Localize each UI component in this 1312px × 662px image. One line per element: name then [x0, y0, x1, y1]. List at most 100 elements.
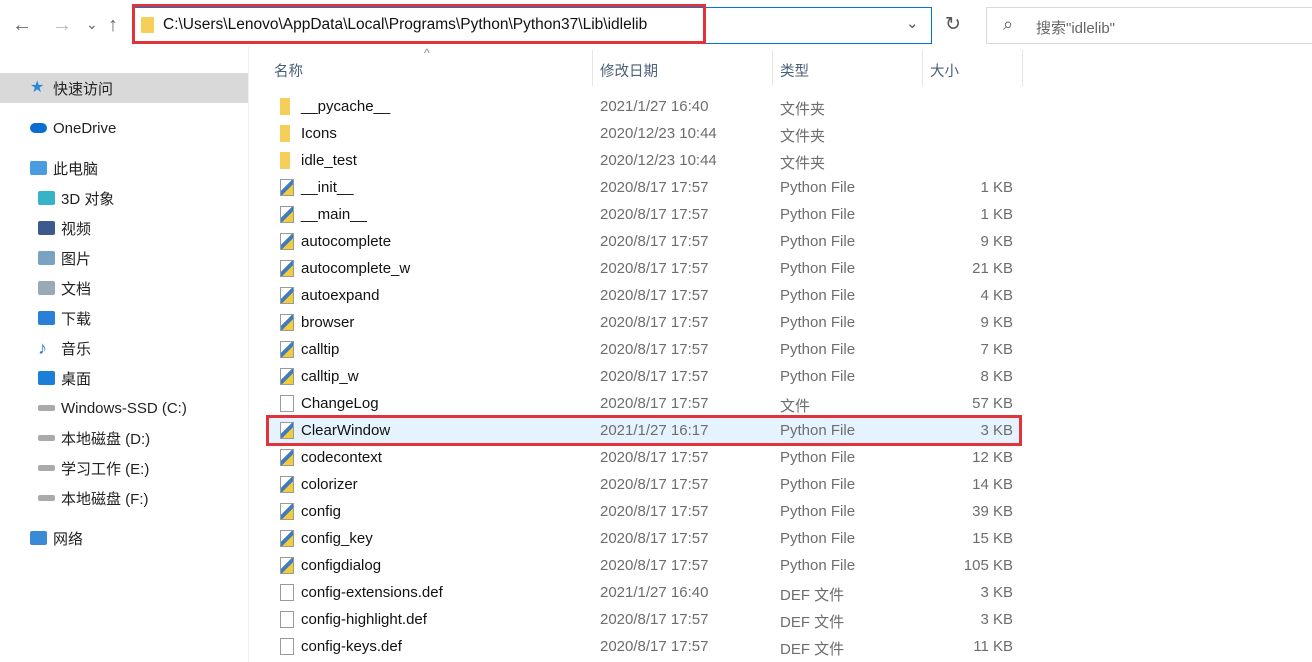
- python-file-icon: [280, 422, 294, 439]
- file-row[interactable]: configdialog 2020/8/17 17:57 Python File 10…: [268, 552, 1020, 579]
- file-row[interactable]: calltip_w 2020/8/17 17:57 Python File 8 KB: [268, 363, 1020, 390]
- file-size: 1 KB: [980, 179, 1013, 196]
- file-row[interactable]: config 2020/8/17 17:57 Python File 39 KB: [268, 498, 1020, 525]
- sidebar-item[interactable]: 本地磁盘 (F:): [38, 483, 149, 513]
- sidebar-item[interactable]: 3D 对象: [38, 183, 114, 213]
- file-row[interactable]: ChangeLog 2020/8/17 17:57 文件 57 KB: [268, 390, 1020, 417]
- pane-divider[interactable]: [248, 46, 249, 662]
- folder-icon: [280, 152, 290, 169]
- file-row[interactable]: autocomplete 2020/8/17 17:57 Python File 9 …: [268, 228, 1020, 255]
- film-icon: [38, 221, 55, 235]
- up-button[interactable]: ↑: [108, 14, 118, 37]
- file-icon: [280, 584, 294, 601]
- file-row[interactable]: Icons 2020/12/23 10:44 文件夹: [268, 120, 1020, 147]
- column-separator[interactable]: [592, 50, 593, 86]
- file-row[interactable]: autoexpand 2020/8/17 17:57 Python File 4 KB: [268, 282, 1020, 309]
- refresh-button[interactable]: ↻: [945, 13, 961, 36]
- column-separator[interactable]: [922, 50, 923, 86]
- sidebar-item[interactable]: 下载: [38, 303, 91, 333]
- file-type: Python File: [780, 530, 856, 547]
- sidebar-item[interactable]: 网络: [30, 523, 83, 553]
- sidebar-item-label: 图片: [61, 250, 92, 268]
- sidebar-item[interactable]: 图片: [38, 243, 91, 273]
- file-row[interactable]: codecontext 2020/8/17 17:57 Python File 12 …: [268, 444, 1020, 471]
- file-date: 2021/1/27 16:40: [600, 98, 709, 115]
- python-file-icon: [280, 341, 294, 358]
- file-type: Python File: [780, 557, 856, 574]
- file-size: 15 KB: [972, 530, 1013, 547]
- column-separator[interactable]: [1022, 50, 1023, 86]
- file-row[interactable]: idle_test 2020/12/23 10:44 文件夹: [268, 147, 1020, 174]
- python-file-icon: [280, 233, 294, 250]
- file-row[interactable]: config-highlight.def 2020/8/17 17:57 DEF 文…: [268, 606, 1020, 633]
- sidebar-item[interactable]: Windows-SSD (C:): [38, 393, 187, 423]
- sidebar-item-label: 本地磁盘 (D:): [61, 430, 151, 448]
- address-path[interactable]: C:\Users\Lenovo\AppData\Local\Programs\P…: [163, 16, 647, 34]
- file-row[interactable]: colorizer 2020/8/17 17:57 Python File 14 KB: [268, 471, 1020, 498]
- python-file-icon: [280, 368, 294, 385]
- file-name: config-highlight.def: [301, 611, 427, 628]
- file-row[interactable]: ClearWindow 2021/1/27 16:17 Python File 3 K…: [266, 415, 1022, 446]
- file-size: 11 KB: [973, 638, 1013, 655]
- file-row[interactable]: browser 2020/8/17 17:57 Python File 9 KB: [268, 309, 1020, 336]
- search-icon: ⌕: [1003, 14, 1014, 34]
- file-name: config: [301, 503, 342, 520]
- sidebar-item[interactable]: 视频: [38, 213, 91, 243]
- file-row[interactable]: __init__ 2020/8/17 17:57 Python File 1 KB: [268, 174, 1020, 201]
- sidebar-item[interactable]: 桌面: [38, 363, 91, 393]
- forward-button[interactable]: →: [52, 14, 72, 37]
- file-name: autocomplete_w: [301, 260, 411, 277]
- file-date: 2020/8/17 17:57: [600, 503, 709, 520]
- file-type: Python File: [780, 287, 856, 304]
- python-file-icon: [280, 260, 294, 277]
- sidebar-item-label: 快速访问: [53, 80, 114, 98]
- column-header-date[interactable]: 修改日期: [600, 60, 658, 81]
- python-file-icon: [280, 206, 294, 223]
- sidebar-item-label: 音乐: [61, 340, 92, 358]
- file-row[interactable]: config-keys.def 2020/8/17 17:57 DEF 文件 11 K…: [268, 633, 1020, 660]
- file-row[interactable]: __main__ 2020/8/17 17:57 Python File 1 KB: [268, 201, 1020, 228]
- file-row[interactable]: calltip 2020/8/17 17:57 Python File 7 KB: [268, 336, 1020, 363]
- file-type: Python File: [780, 314, 856, 331]
- column-header-type[interactable]: 类型: [780, 60, 809, 81]
- file-row[interactable]: config-extensions.def 2021/1/27 16:40 DEF …: [268, 579, 1020, 606]
- column-header-name[interactable]: 名称: [274, 60, 303, 81]
- file-date: 2021/1/27 16:40: [600, 584, 709, 601]
- drive-icon: [38, 435, 55, 441]
- file-name: config_key: [301, 530, 373, 547]
- file-type: Python File: [780, 422, 856, 439]
- file-type: 文件夹: [780, 155, 826, 172]
- sidebar-item[interactable]: 此电脑: [30, 153, 98, 183]
- python-file-icon: [280, 530, 294, 547]
- file-type: Python File: [780, 368, 856, 385]
- column-separator[interactable]: [772, 50, 773, 86]
- sidebar-item-label: 此电脑: [53, 160, 99, 178]
- python-file-icon: [280, 179, 294, 196]
- sidebar-item[interactable]: 本地磁盘 (D:): [38, 423, 150, 453]
- address-dropdown-button[interactable]: ⌄: [906, 14, 919, 32]
- file-row[interactable]: __pycache__ 2021/1/27 16:40 文件夹: [268, 93, 1020, 120]
- cube-icon: [38, 191, 55, 205]
- file-row[interactable]: config_key 2020/8/17 17:57 Python File 15 K…: [268, 525, 1020, 552]
- sidebar-item-label: OneDrive: [53, 119, 117, 137]
- file-icon: [280, 395, 294, 412]
- sidebar-item[interactable]: 文档: [38, 273, 91, 303]
- sidebar-item[interactable]: OneDrive: [30, 113, 116, 143]
- column-header-size[interactable]: 大小: [930, 60, 959, 81]
- file-name: autocomplete: [301, 233, 392, 250]
- file-row[interactable]: autocomplete_w 2020/8/17 17:57 Python File…: [268, 255, 1020, 282]
- recent-locations-button[interactable]: ⌄: [86, 16, 98, 33]
- file-name: ChangeLog: [301, 395, 379, 412]
- sidebar-item[interactable]: ★ 快速访问: [0, 73, 248, 103]
- network-icon: [30, 531, 47, 545]
- navigation-pane: ★ 快速访问 OneDrive 此电脑 3D 对象 视频图片文档下载 ♪ 音乐 桌面 Window…: [0, 70, 248, 662]
- sidebar-item[interactable]: ♪ 音乐: [38, 333, 91, 363]
- sidebar-item[interactable]: 学习工作 (E:): [38, 453, 149, 483]
- sidebar-item-label: 下载: [61, 310, 92, 328]
- file-name: codecontext: [301, 449, 382, 466]
- file-type: Python File: [780, 260, 856, 277]
- search-placeholder: 搜索"idlelib": [1036, 20, 1116, 37]
- document-icon: [38, 281, 55, 295]
- search-input[interactable]: ⌕ 搜索"idlelib": [986, 7, 1312, 44]
- back-button[interactable]: ←: [12, 14, 32, 37]
